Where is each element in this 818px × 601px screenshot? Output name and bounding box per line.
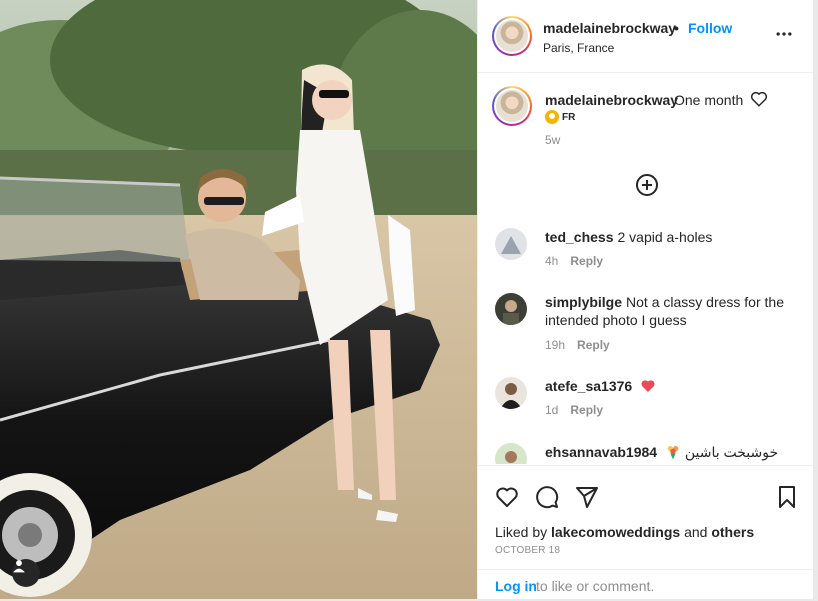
comments-list[interactable]: ted_chess 2 vapid a-holes 4h Reply simplyb… (478, 210, 813, 464)
reply-button[interactable]: Reply (570, 254, 603, 268)
comment-body: ted_chess 2 vapid a-holes (545, 228, 795, 246)
bouquet-icon (667, 446, 679, 460)
comment-meta: 4h Reply (545, 254, 603, 268)
caption-username[interactable]: madelainebrockway (545, 92, 678, 108)
more-horizontal-icon[interactable] (774, 24, 794, 44)
reply-button[interactable]: Reply (577, 338, 610, 352)
flag-label: FR (562, 111, 576, 123)
login-link[interactable]: Log in (495, 578, 537, 594)
bookmark-icon[interactable] (775, 485, 799, 509)
comment-text: 2 vapid a-holes (617, 229, 713, 245)
comment-meta: 1d Reply (545, 403, 603, 417)
send-icon[interactable] (575, 485, 599, 509)
post-photo[interactable] (0, 0, 477, 599)
post-location[interactable]: Paris, France (543, 41, 614, 55)
commenter-avatar[interactable] (495, 377, 527, 409)
author-username[interactable]: madelainebrockway (543, 20, 676, 36)
post-side-panel: madelainebrockway • Follow Paris, France… (477, 0, 813, 599)
post-modal: madelainebrockway • Follow Paris, France… (0, 0, 813, 599)
commenter-username[interactable]: ted_chess (545, 229, 613, 245)
comment-body: simplybilge Not a classy dress for the in… (545, 293, 795, 329)
commenter-username[interactable]: atefe_sa1376 (545, 378, 632, 394)
comment-time[interactable]: 4h (545, 254, 558, 268)
post-date[interactable]: OCTOBER 18 (495, 545, 560, 556)
liked-by-user[interactable]: lakecomoweddings (551, 524, 680, 540)
caption-text: One month (674, 92, 744, 108)
liked-by-prefix: Liked by (495, 524, 548, 540)
commenter-avatar[interactable] (495, 293, 527, 325)
comment-body: ehsannavab1984 خوشبخت باشین (545, 443, 795, 461)
comment-body: atefe_sa1376 (545, 377, 795, 395)
comment-time[interactable]: 19h (545, 338, 565, 352)
caption-time[interactable]: 5w (545, 133, 560, 147)
author-avatar[interactable] (492, 16, 532, 56)
comment-text: خوشبخت باشین (684, 444, 779, 460)
login-prompt-text: to like or comment. (536, 578, 655, 594)
flag-emoji-icon (545, 110, 559, 124)
commenter-username[interactable]: ehsannavab1984 (545, 444, 657, 460)
person-icon (13, 560, 25, 573)
plus-circle-icon[interactable] (635, 173, 659, 197)
reply-button[interactable]: Reply (570, 403, 603, 417)
photo-illustration (0, 0, 477, 599)
likes-summary[interactable]: Liked by lakecomoweddings and others (495, 524, 754, 540)
commenter-avatar[interactable] (495, 228, 527, 260)
fr-flag: FR (545, 110, 575, 124)
liked-by-and: and (684, 524, 708, 540)
login-bar: Log in to like or comment. (478, 569, 813, 599)
separator-dot: • (674, 20, 679, 36)
comment-icon[interactable] (535, 485, 559, 509)
tagged-people-button[interactable] (12, 559, 40, 587)
comment-time[interactable]: 1d (545, 403, 558, 417)
commenter-avatar[interactable] (495, 443, 527, 464)
follow-button[interactable]: Follow (688, 20, 732, 36)
comment-meta: 19h Reply (545, 338, 610, 352)
liked-by-others[interactable]: others (711, 524, 754, 540)
commenter-username[interactable]: simplybilge (545, 294, 622, 310)
heart-icon[interactable] (495, 485, 519, 509)
red-heart-icon (641, 380, 655, 392)
heart-outline-icon (750, 91, 768, 107)
caption-avatar[interactable] (492, 86, 532, 126)
post-header: madelainebrockway • Follow Paris, France (478, 0, 813, 73)
action-bar (478, 465, 813, 509)
